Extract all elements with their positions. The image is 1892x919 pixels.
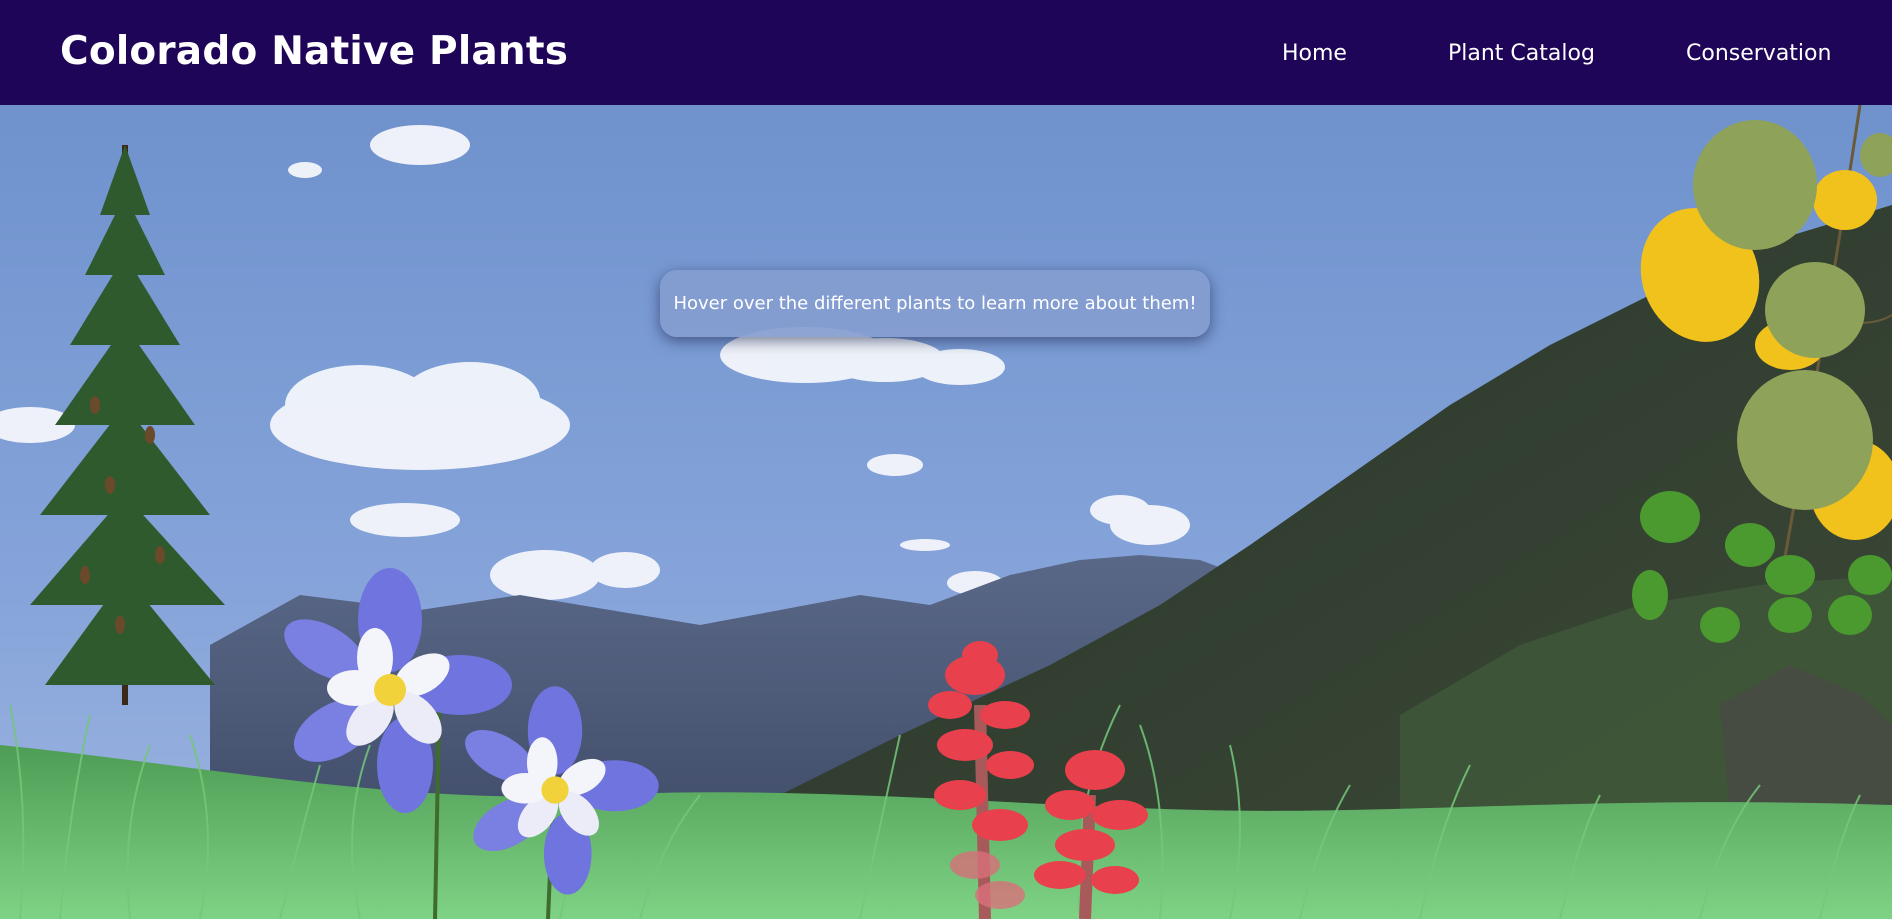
nav-link-home[interactable]: Home — [1282, 41, 1347, 66]
site-title[interactable]: Colorado Native Plants — [60, 29, 568, 74]
nav-link-plant-catalog[interactable]: Plant Catalog — [1448, 41, 1595, 66]
hero-scene: Hover over the different plants to learn… — [0, 105, 1892, 919]
landscape-illustration — [0, 105, 1892, 919]
nav-link-conservation[interactable]: Conservation — [1686, 41, 1831, 66]
header: Colorado Native Plants Home Plant Catalo… — [0, 0, 1892, 105]
hover-hint: Hover over the different plants to learn… — [660, 270, 1210, 337]
